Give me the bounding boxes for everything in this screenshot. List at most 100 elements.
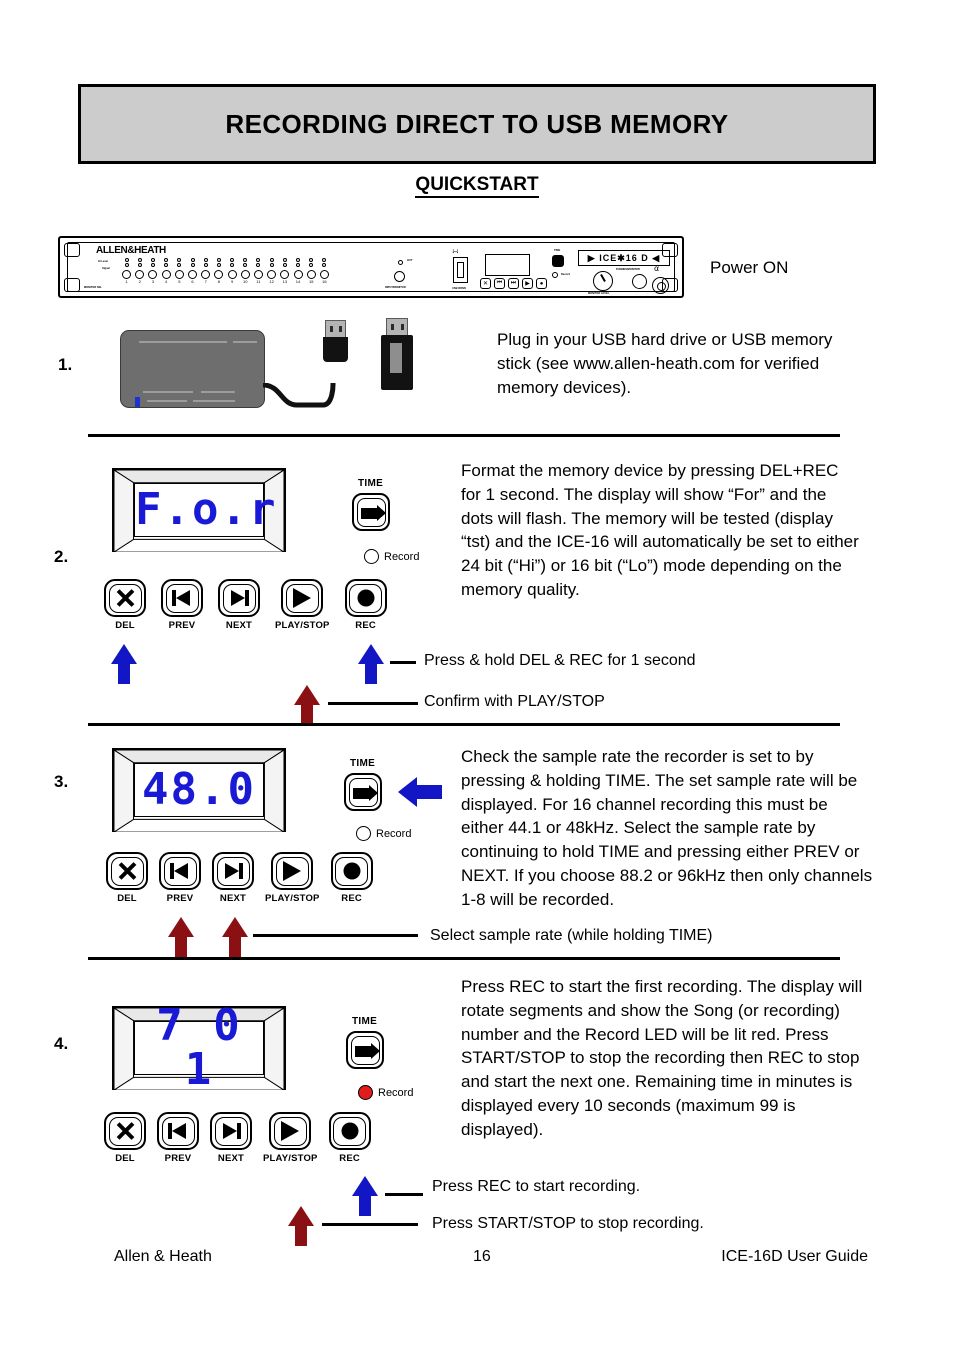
step-4-text: Press REC to start the first recording. … xyxy=(461,977,863,1139)
step-2-button-prev[interactable] xyxy=(161,579,203,617)
usb-drive-port[interactable] xyxy=(453,257,468,283)
monitor-sel-knob[interactable] xyxy=(306,269,316,279)
monitor-level-knob[interactable] xyxy=(593,271,613,291)
step-2-button-rec[interactable] xyxy=(344,579,387,617)
step-2-leader-line-2 xyxy=(328,702,418,705)
monitor-sel-knob[interactable] xyxy=(122,269,132,279)
step-3-record-led-group: Record xyxy=(356,826,411,841)
step-2-button-group-rec: REC xyxy=(344,579,387,631)
step-4-time-button[interactable] xyxy=(346,1031,384,1069)
hi-level-led xyxy=(203,258,208,262)
record-icon xyxy=(357,589,375,607)
monitor-sel-knob[interactable] xyxy=(148,269,158,279)
device-button-play-stop[interactable]: ▶ xyxy=(522,278,533,289)
device-record-led xyxy=(552,272,558,278)
quickstart-label: QUICKSTART xyxy=(415,174,539,198)
step-4-button-prev[interactable] xyxy=(157,1112,199,1150)
rack-unit-front-panel: ALLEN&HEATH Hi Level Signal MONITOR SEL … xyxy=(58,236,684,298)
hi-level-led xyxy=(282,258,287,262)
headphone-jack[interactable] xyxy=(652,277,669,294)
close-icon xyxy=(116,1122,135,1141)
channel-strip-12: 12 xyxy=(265,258,278,284)
channel-number: 10 xyxy=(243,279,248,284)
device-button-prev[interactable]: ⏮ xyxy=(494,278,505,289)
step-1-text: Plug in your USB hard drive or USB memor… xyxy=(497,330,833,397)
step-3-button-play-stop[interactable] xyxy=(271,852,314,890)
signal-led xyxy=(203,263,208,267)
monitor-sel-knob[interactable] xyxy=(188,269,198,279)
signal-label: Signal xyxy=(102,267,110,270)
device-transport-buttons: ✕ ⏮ ⏭ ▶ ● xyxy=(480,278,547,289)
step-4-button-rec[interactable] xyxy=(328,1112,371,1150)
device-button-next[interactable]: ⏭ xyxy=(508,278,519,289)
channel-number: 16 xyxy=(322,279,327,284)
step-3-button-group-rec: REC xyxy=(330,852,373,904)
record-icon xyxy=(341,1122,359,1140)
previous-track-icon xyxy=(172,590,192,606)
step-3-button-next[interactable] xyxy=(212,852,254,890)
monitor-sel-knob[interactable] xyxy=(135,269,145,279)
monitor-sel-knob[interactable] xyxy=(319,269,329,279)
time-arrow-icon xyxy=(353,785,378,801)
step-4-button-del[interactable] xyxy=(104,1112,146,1150)
input-monitor-knob[interactable] xyxy=(394,271,405,282)
time-label-small: TIME xyxy=(554,249,561,252)
step-4-button-label-prev: PREV xyxy=(164,1153,192,1164)
step-2-button-label-next: NEXT xyxy=(225,620,253,631)
signal-led xyxy=(269,263,274,267)
page-title: RECORDING DIRECT TO USB MEMORY xyxy=(225,108,729,139)
monitor-sel-knob[interactable] xyxy=(201,269,211,279)
step-2-button-play-stop[interactable] xyxy=(281,579,324,617)
step-3-button-group-prev: PREV xyxy=(159,852,201,904)
step-2-time-button[interactable] xyxy=(352,493,390,531)
step-3-arrow-next xyxy=(222,917,248,957)
step-3-time-button[interactable] xyxy=(344,773,382,811)
step-3-button-rec[interactable] xyxy=(330,852,373,890)
input-monitor-label: INPUT/MONITOR xyxy=(385,286,406,289)
device-lcd-window xyxy=(485,254,530,276)
step-4-button-next[interactable] xyxy=(210,1112,252,1150)
channel-number: 9 xyxy=(230,279,234,284)
step-2-button-group-del: DEL xyxy=(104,579,146,631)
phones-monitor-label: PHONES/MONITOR xyxy=(616,268,640,271)
step-3-display-value: 48.0 xyxy=(142,764,256,815)
signal-led xyxy=(309,263,314,267)
channel-number: 12 xyxy=(269,279,274,284)
device-time-button[interactable] xyxy=(552,255,564,267)
channel-led-grid: 1 2 3 4 5 6 7 8 9 10 11 12 13 14 15 16 xyxy=(120,258,331,284)
step-number-1: 1. xyxy=(58,355,73,374)
channel-number: 7 xyxy=(204,279,207,284)
channel-strip-6: 6 xyxy=(186,258,199,284)
step-2-button-group-play-stop: PLAY/STOP xyxy=(275,579,330,631)
step-4-annotation-2: Press START/STOP to stop recording. xyxy=(432,1215,704,1232)
monitor-sel-knob[interactable] xyxy=(227,269,237,279)
monitor-sel-knob[interactable] xyxy=(214,269,224,279)
channel-number: 11 xyxy=(256,279,261,284)
step-3-arrow-prev xyxy=(168,917,194,957)
monitor-sel-knob[interactable] xyxy=(293,269,303,279)
step-3-leader-line xyxy=(253,934,418,937)
step-3-button-del[interactable] xyxy=(106,852,148,890)
monitor-sel-knob[interactable] xyxy=(280,269,290,279)
monitor-sel-knob[interactable] xyxy=(174,269,184,279)
step-2-button-group-next: NEXT xyxy=(218,579,260,631)
step-4-button-group-next: NEXT xyxy=(210,1112,252,1164)
channel-strip-9: 9 xyxy=(226,258,239,284)
device-brand-label: ALLEN&HEATH xyxy=(96,245,166,256)
device-button-rec[interactable]: ● xyxy=(536,278,547,289)
monitor-sel-knob[interactable] xyxy=(240,269,250,279)
monitor-sel-knob[interactable] xyxy=(253,269,263,279)
usb-hard-drive-illustration xyxy=(120,330,265,408)
monitor-sel-knob[interactable] xyxy=(267,269,277,279)
step-2-button-del[interactable] xyxy=(104,579,146,617)
step-4-display-bezel: 7 0 1 xyxy=(112,1004,286,1092)
device-button-del[interactable]: ✕ xyxy=(480,278,491,289)
step-4-button-play-stop[interactable] xyxy=(269,1112,312,1150)
channel-number: 14 xyxy=(295,279,301,284)
step-3-button-label-prev: PREV xyxy=(166,893,194,904)
step-3-button-label-rec: REC xyxy=(341,893,362,904)
step-2-button-next[interactable] xyxy=(218,579,260,617)
phones-monitor-jack[interactable] xyxy=(632,274,647,289)
step-3-button-prev[interactable] xyxy=(159,852,201,890)
monitor-sel-knob[interactable] xyxy=(161,269,171,279)
